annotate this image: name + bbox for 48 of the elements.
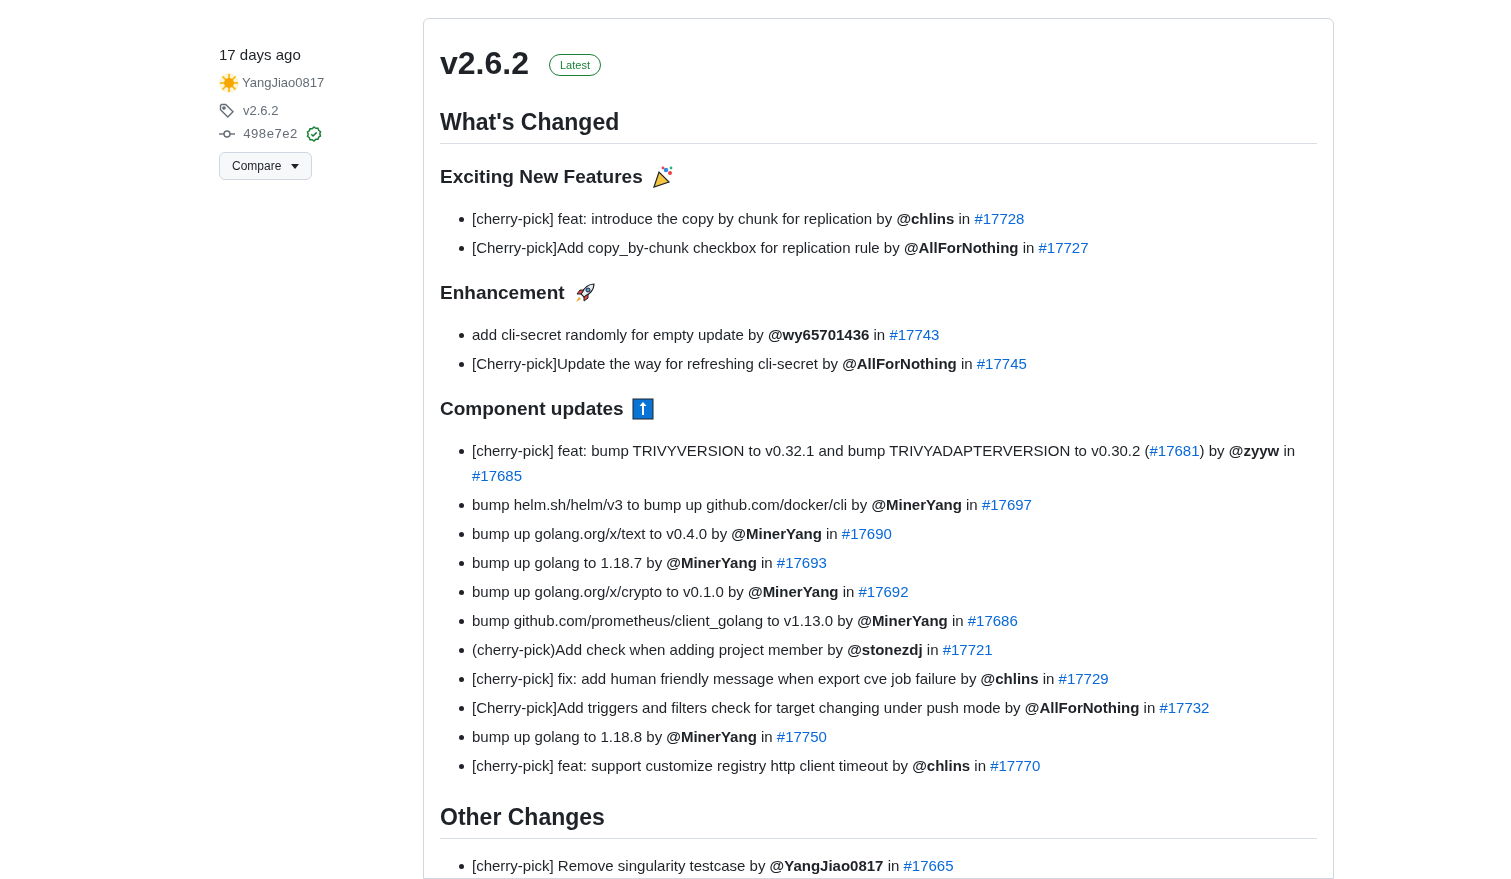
- pull-request-link[interactable]: #17770: [990, 757, 1041, 774]
- change-entry: bump up golang.org/x/text to v0.4.0 by @MinerYang in #17690: [456, 521, 1317, 546]
- tag-icon: [219, 102, 235, 119]
- change-entry: bump up golang to 1.18.8 by @MinerYang in #17750: [456, 724, 1317, 749]
- compare-button[interactable]: Compare: [219, 152, 313, 180]
- release-title: v2.6.2: [440, 44, 529, 83]
- pull-request-link[interactable]: #17721: [942, 641, 993, 658]
- caret-icon: [291, 163, 300, 169]
- pull-request-link[interactable]: #17729: [1058, 670, 1109, 687]
- section-heading: Other Changes: [440, 803, 605, 832]
- change-entry: bump helm.sh/helm/v3 to bump up github.com/docker/cli by @MinerYang in #17697: [456, 492, 1317, 517]
- change-entry: add cli-secret randomly for empty update by @wy65701436 in #17743: [456, 322, 1317, 347]
- section-heading: Component updates: [440, 397, 624, 421]
- change-entry: [cherry-pick] feat: support customize registry http client timeout by @chlins in #17770: [456, 753, 1317, 778]
- pull-request-link[interactable]: #17693: [776, 554, 827, 571]
- pull-request-link[interactable]: #17732: [1159, 699, 1210, 716]
- change-entry: bump up golang.org/x/crypto to v0.1.0 by @MinerYang in #17692: [456, 579, 1317, 604]
- change-entry: [cherry-pick] feat: introduce the copy by chunk for replication by @chlins in #17728: [456, 206, 1317, 231]
- change-entry: [Cherry-pick]Add copy_by-chunk checkbox for replication rule by @AllForNothing in #17727: [456, 235, 1317, 260]
- pull-request-link[interactable]: #17686: [967, 612, 1018, 629]
- pull-request-link[interactable]: #17692: [858, 583, 909, 600]
- party-popper-icon: [650, 165, 675, 189]
- pull-request-link[interactable]: #17697: [981, 496, 1032, 513]
- commit-link[interactable]: 498e7e2: [243, 124, 298, 144]
- pull-request-link[interactable]: #17685: [472, 467, 523, 484]
- pull-request-link[interactable]: #17727: [1038, 239, 1089, 256]
- change-entry: [cherry-pick] fix: add human friendly message when export cve job failure by @chlins in #17729: [456, 666, 1317, 691]
- pull-request-link[interactable]: #17728: [974, 210, 1025, 227]
- pull-request-link[interactable]: #17681: [1149, 442, 1200, 459]
- pull-request-link[interactable]: #17745: [976, 355, 1027, 372]
- pull-request-link[interactable]: #17750: [776, 728, 827, 745]
- section-heading: What's Changed: [440, 108, 620, 137]
- avatar-icon: [219, 73, 239, 93]
- pull-request-link[interactable]: #17665: [903, 857, 954, 874]
- change-entry: bump up golang to 1.18.7 by @MinerYang in #17693: [456, 550, 1317, 575]
- change-entry: [Cherry-pick]Add triggers and filters check for target changing under push mode by @AllForNothing in #17732: [456, 695, 1317, 720]
- change-entry: bump github.com/prometheus/client_golang to v1.13.0 by @MinerYang in #17686: [456, 608, 1317, 633]
- tag-link[interactable]: v2.6.2: [243, 101, 279, 121]
- pull-request-link[interactable]: #17743: [889, 326, 940, 343]
- release-time: 17 days ago: [219, 45, 301, 65]
- section-heading: Enhancement: [440, 281, 565, 305]
- change-entry: (cherry-pick)Add check when adding project member by @stonezdj in #17721: [456, 637, 1317, 662]
- author-link[interactable]: YangJiao0817: [242, 73, 325, 93]
- section-heading: Exciting New Features: [440, 165, 643, 189]
- change-entry: [cherry-pick] Remove singularity testcase by @YangJiao0817 in #17665: [456, 853, 1317, 878]
- change-entry: [cherry-pick] feat: bump TRIVYVERSION to v0.32.1 and bump TRIVYADAPTERVERSION to v0.30.2 (#17681) by @zyyw in #17685: [456, 438, 1317, 488]
- change-entry: [Cherry-pick]Update the way for refreshing cli-secret by @AllForNothing in #17745: [456, 351, 1317, 376]
- pull-request-link[interactable]: #17690: [841, 525, 892, 542]
